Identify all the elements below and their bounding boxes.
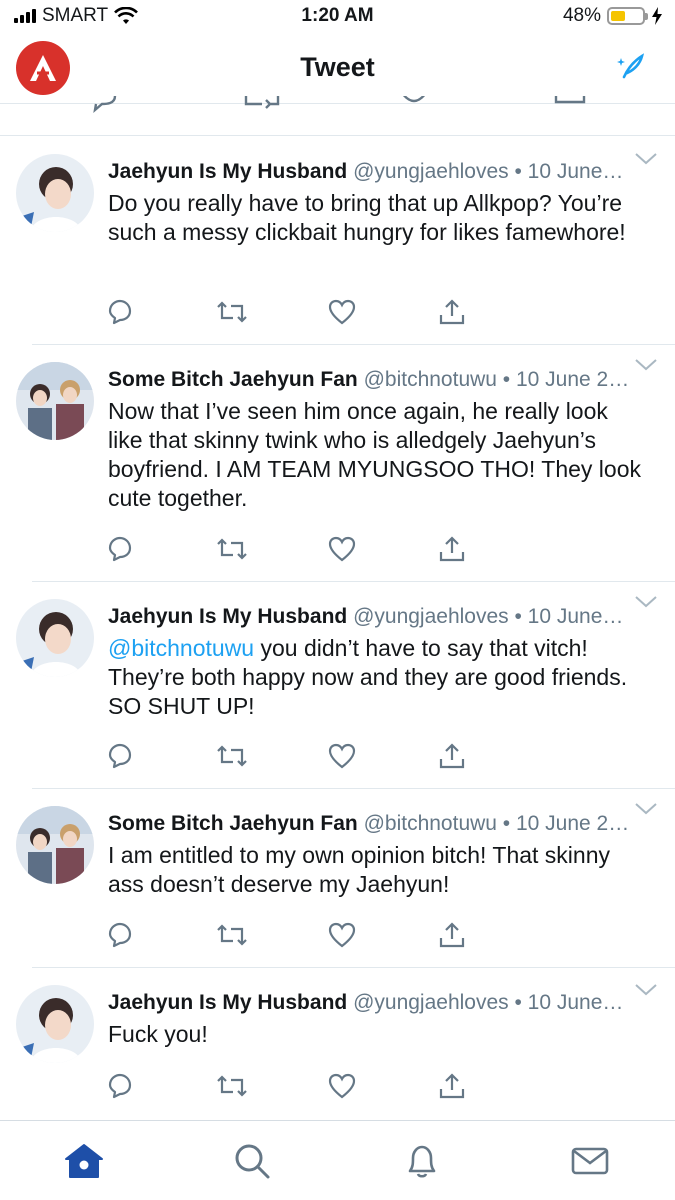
handle-and-date: @yungjaehloves • 10 June… bbox=[353, 605, 624, 628]
compose-sparkle-icon bbox=[617, 53, 645, 79]
retweet-icon bbox=[217, 924, 247, 946]
compose-button[interactable] bbox=[615, 52, 645, 87]
share-icon bbox=[439, 1073, 465, 1099]
chevron-down-icon[interactable] bbox=[635, 803, 657, 815]
heart-icon bbox=[328, 743, 356, 769]
reply-icon bbox=[108, 536, 132, 562]
heart-icon bbox=[328, 299, 356, 325]
reply-icon bbox=[108, 922, 132, 948]
retweet-icon bbox=[217, 538, 247, 560]
handle-and-date: @bitchnotuwu • 10 June 2… bbox=[363, 368, 630, 391]
avatar[interactable] bbox=[16, 154, 94, 232]
share-icon[interactable] bbox=[554, 96, 586, 116]
chevron-down-icon[interactable] bbox=[635, 153, 657, 165]
tweet[interactable]: Some Bitch Jaehyun Fan @bitchnotuwu • 10… bbox=[0, 345, 675, 582]
share-icon bbox=[439, 536, 465, 562]
avatar[interactable] bbox=[16, 362, 94, 440]
tweet-text: @bitchnotuwu you didn’t have to say that… bbox=[108, 634, 645, 721]
retweet-button[interactable] bbox=[216, 1070, 248, 1102]
retweet-button[interactable] bbox=[216, 919, 248, 951]
tab-notifications[interactable] bbox=[400, 1139, 444, 1183]
battery-percent: 48% bbox=[562, 5, 601, 26]
tweet-text: Fuck you! bbox=[108, 1021, 208, 1047]
share-icon bbox=[439, 743, 465, 769]
retweet-icon bbox=[217, 301, 247, 323]
retweet-icon bbox=[217, 745, 247, 767]
tweet-actions bbox=[104, 919, 484, 951]
tweet-actions bbox=[104, 1070, 484, 1102]
avatar[interactable] bbox=[16, 806, 94, 884]
chevron-down-icon[interactable] bbox=[635, 596, 657, 608]
tweet[interactable]: Jaehyun Is My Husband @yungjaehloves • 1… bbox=[0, 968, 675, 1120]
handle-and-date: @yungjaehloves • 10 June… bbox=[353, 991, 624, 1014]
like-button[interactable] bbox=[326, 919, 358, 951]
display-name[interactable]: Some Bitch Jaehyun Fan bbox=[108, 812, 358, 835]
tab-bar bbox=[0, 1120, 675, 1200]
share-button[interactable] bbox=[436, 296, 468, 328]
tab-home[interactable] bbox=[62, 1139, 106, 1183]
nav-header: Tweet bbox=[0, 34, 675, 104]
tweet-text: Do you really have to bring that up Allk… bbox=[108, 190, 626, 245]
heart-icon bbox=[328, 1073, 356, 1099]
like-button[interactable] bbox=[326, 533, 358, 565]
reply-button[interactable] bbox=[104, 919, 136, 951]
mention-link[interactable]: @bitchnotuwu bbox=[108, 635, 254, 661]
status-bar: SMART 1:20 AM 48% bbox=[0, 0, 675, 34]
tweet-text: Now that I’ve seen him once again, he re… bbox=[108, 398, 641, 511]
avatar[interactable] bbox=[16, 599, 94, 677]
share-icon bbox=[439, 922, 465, 948]
like-button[interactable] bbox=[326, 740, 358, 772]
search-icon bbox=[235, 1144, 270, 1179]
display-name[interactable]: Jaehyun Is My Husband bbox=[108, 991, 347, 1014]
share-button[interactable] bbox=[436, 1070, 468, 1102]
handle-and-date: @bitchnotuwu • 10 June 2… bbox=[363, 812, 630, 835]
reply-button[interactable] bbox=[104, 533, 136, 565]
retweet-button[interactable] bbox=[216, 533, 248, 565]
reply-button[interactable] bbox=[104, 296, 136, 328]
tweet[interactable]: Some Bitch Jaehyun Fan @bitchnotuwu • 10… bbox=[0, 789, 675, 968]
retweet-icon bbox=[217, 1075, 247, 1097]
avatar[interactable] bbox=[16, 985, 94, 1063]
tweet-text: I am entitled to my own opinion bitch! T… bbox=[108, 842, 611, 897]
previous-tweet-actions bbox=[0, 96, 675, 136]
heart-icon bbox=[328, 922, 356, 948]
tweet[interactable]: Jaehyun Is My Husband @yungjaehloves • 1… bbox=[0, 137, 675, 345]
tweet-actions bbox=[104, 740, 484, 772]
page-title: Tweet bbox=[300, 52, 375, 82]
battery-icon bbox=[607, 7, 648, 25]
messages-envelope-icon bbox=[571, 1147, 609, 1175]
share-button[interactable] bbox=[436, 533, 468, 565]
like-button[interactable] bbox=[326, 296, 358, 328]
tweet-actions bbox=[104, 533, 484, 565]
chevron-down-icon[interactable] bbox=[635, 359, 657, 371]
share-button[interactable] bbox=[436, 919, 468, 951]
like-button[interactable] bbox=[326, 1070, 358, 1102]
share-button[interactable] bbox=[436, 740, 468, 772]
like-icon[interactable] bbox=[398, 96, 430, 116]
tweet[interactable]: Jaehyun Is My Husband @yungjaehloves • 1… bbox=[0, 582, 675, 789]
display-name[interactable]: Jaehyun Is My Husband bbox=[108, 160, 347, 183]
display-name[interactable]: Jaehyun Is My Husband bbox=[108, 605, 347, 628]
tab-search[interactable] bbox=[230, 1139, 274, 1183]
reply-button[interactable] bbox=[104, 1070, 136, 1102]
retweet-button[interactable] bbox=[216, 740, 248, 772]
notifications-bell-icon bbox=[408, 1145, 436, 1178]
chevron-down-icon[interactable] bbox=[635, 984, 657, 996]
reply-icon[interactable] bbox=[86, 96, 118, 116]
tab-messages[interactable] bbox=[568, 1139, 612, 1183]
display-name[interactable]: Some Bitch Jaehyun Fan bbox=[108, 368, 358, 391]
reply-icon bbox=[108, 743, 132, 769]
retweet-icon[interactable] bbox=[244, 96, 280, 116]
retweet-button[interactable] bbox=[216, 296, 248, 328]
share-icon bbox=[439, 299, 465, 325]
reply-icon bbox=[108, 299, 132, 325]
handle-and-date: @yungjaehloves • 10 June… bbox=[353, 160, 624, 183]
charging-bolt-icon bbox=[652, 7, 662, 25]
tweet-actions bbox=[104, 296, 484, 328]
reply-button[interactable] bbox=[104, 740, 136, 772]
home-icon bbox=[65, 1144, 103, 1178]
heart-icon bbox=[328, 536, 356, 562]
reply-icon bbox=[108, 1073, 132, 1099]
